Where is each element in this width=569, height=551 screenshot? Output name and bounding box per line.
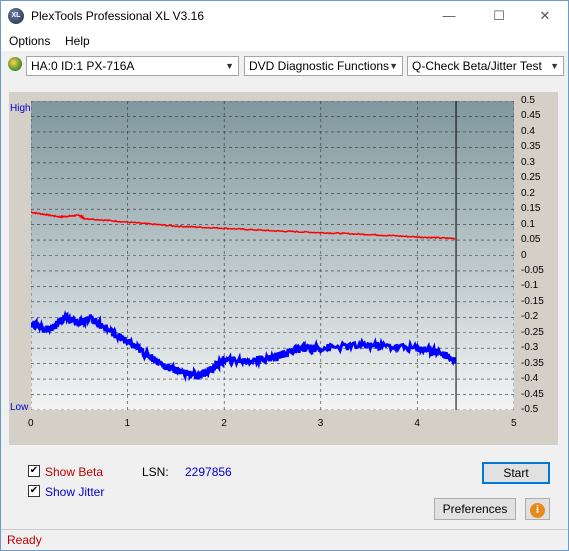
- y-tick-label: 0.2: [521, 187, 535, 199]
- y-tick-label: -0.25: [521, 326, 544, 338]
- x-tick-label: 4: [414, 418, 420, 429]
- y-tick-label: -0.05: [521, 264, 544, 276]
- lsn-value: 2297856: [185, 465, 232, 479]
- status-bar: Ready: [1, 529, 568, 550]
- window-title: PlexTools Professional XL V3.16: [31, 9, 204, 23]
- status-text: Ready: [7, 533, 42, 547]
- chevron-down-icon: ▼: [225, 61, 234, 71]
- y-tick-label: -0.35: [521, 357, 544, 369]
- y-tick-label: 0.25: [521, 172, 541, 184]
- x-tick-label: 5: [511, 418, 517, 429]
- y-tick-label: -0.5: [521, 404, 539, 415]
- y-tick-label: -0.15: [521, 295, 544, 307]
- function-select[interactable]: DVD Diagnostic Functions ▼: [244, 56, 403, 76]
- info-button[interactable]: i: [525, 498, 550, 520]
- show-jitter-label[interactable]: Show Jitter: [45, 485, 104, 499]
- app-window: XL PlexTools Professional XL V3.16 — ☐ ✕…: [0, 0, 569, 551]
- close-button[interactable]: ✕: [522, 1, 568, 31]
- start-button[interactable]: Start: [482, 462, 550, 484]
- axis-high-label: High: [10, 103, 31, 114]
- x-tick-label: 0: [28, 418, 34, 429]
- y-tick-label: 0.4: [521, 125, 535, 137]
- y-tick-label: -0.4: [521, 373, 539, 385]
- y-tick-label: 0.1: [521, 218, 535, 230]
- show-jitter-checkbox[interactable]: ✔: [28, 485, 40, 497]
- test-select-value: Q-Check Beta/Jitter Test: [412, 59, 542, 73]
- disc-icon: [8, 57, 22, 71]
- test-select[interactable]: Q-Check Beta/Jitter Test ▼: [407, 56, 564, 76]
- title-bar: XL PlexTools Professional XL V3.16 — ☐ ✕: [1, 1, 568, 31]
- beta-jitter-chart: [29, 100, 515, 411]
- y-tick-label: 0.45: [521, 110, 541, 122]
- chevron-down-icon: ▼: [389, 61, 398, 71]
- show-beta-label[interactable]: Show Beta: [45, 465, 103, 479]
- menu-bar: Options Help: [1, 31, 568, 51]
- y-tick-label: 0.3: [521, 156, 535, 168]
- app-logo-icon: XL: [8, 8, 24, 24]
- chart-plot-area: [29, 100, 515, 411]
- y-tick-label: -0.3: [521, 342, 539, 354]
- y-tick-label: -0.1: [521, 280, 539, 292]
- preferences-button[interactable]: Preferences: [434, 498, 516, 520]
- y-tick-label: 0.5: [521, 95, 535, 106]
- menu-help[interactable]: Help: [65, 34, 90, 48]
- minimize-button[interactable]: —: [426, 1, 472, 31]
- y-tick-label: 0: [521, 249, 527, 261]
- drive-select[interactable]: HA:0 ID:1 PX-716A ▼: [26, 56, 239, 76]
- drive-select-value: HA:0 ID:1 PX-716A: [31, 59, 135, 73]
- y-tick-label: -0.2: [521, 311, 539, 323]
- y-tick-label: 0.05: [521, 234, 541, 246]
- x-tick-label: 3: [317, 418, 324, 429]
- chevron-down-icon: ▼: [550, 61, 559, 71]
- y-tick-label: 0.15: [521, 203, 541, 215]
- info-icon: i: [530, 503, 545, 518]
- menu-options[interactable]: Options: [9, 34, 50, 48]
- x-tick-label: 1: [124, 418, 131, 429]
- show-beta-checkbox[interactable]: ✔: [28, 465, 40, 477]
- y-tick-label: 0.35: [521, 141, 541, 153]
- y-tick-label: -0.45: [521, 388, 544, 400]
- x-tick-label: 2: [221, 418, 227, 429]
- axis-low-label: Low: [10, 402, 29, 413]
- function-select-value: DVD Diagnostic Functions: [249, 59, 390, 73]
- maximize-button[interactable]: ☐: [476, 1, 522, 31]
- lsn-label: LSN:: [142, 465, 169, 479]
